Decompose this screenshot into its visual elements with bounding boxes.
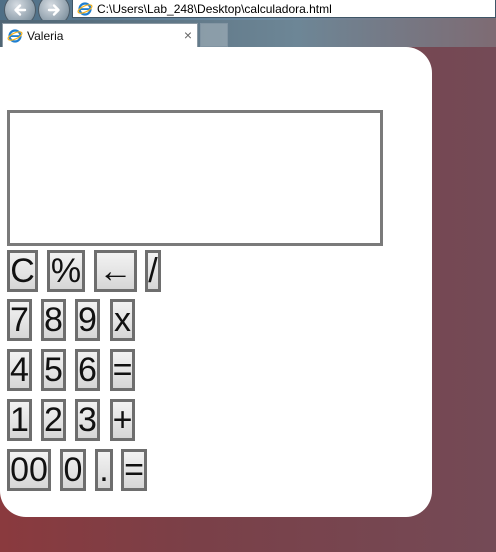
digit-5-button[interactable]: 5 bbox=[41, 349, 66, 391]
equals-button[interactable]: = bbox=[121, 449, 147, 491]
plus-button[interactable]: + bbox=[110, 399, 135, 441]
tab-strip: Valeria × bbox=[0, 20, 496, 47]
digit-0-button[interactable]: 0 bbox=[60, 449, 86, 491]
multiply-button[interactable]: x bbox=[110, 299, 135, 341]
tab-valeria[interactable]: Valeria × bbox=[2, 23, 198, 47]
double-zero-button[interactable]: 00 bbox=[7, 449, 51, 491]
digit-3-button[interactable]: 3 bbox=[75, 399, 100, 441]
address-bar[interactable]: C:\Users\Lab_248\Desktop\calculadora.htm… bbox=[72, 0, 496, 18]
digit-4-button[interactable]: 4 bbox=[7, 349, 32, 391]
equals-button-row3[interactable]: = bbox=[110, 349, 135, 391]
digit-9-button[interactable]: 9 bbox=[75, 299, 100, 341]
new-tab-button[interactable] bbox=[200, 23, 228, 47]
digit-8-button[interactable]: 8 bbox=[41, 299, 66, 341]
close-icon[interactable]: × bbox=[184, 27, 192, 43]
backspace-button[interactable]: ← bbox=[94, 250, 137, 292]
calculator-display[interactable] bbox=[7, 110, 383, 246]
ie-tab-icon bbox=[7, 28, 23, 43]
clear-button[interactable]: C bbox=[7, 250, 38, 292]
digit-1-button[interactable]: 1 bbox=[7, 399, 32, 441]
arrow-right-icon bbox=[47, 4, 60, 16]
page-content: C % ← / 7 8 9 x 4 5 6 = 1 2 3 + 00 0 . = bbox=[0, 47, 432, 517]
ie-page-icon bbox=[77, 1, 93, 16]
decimal-button[interactable]: . bbox=[95, 449, 113, 491]
divide-button[interactable]: / bbox=[145, 250, 161, 292]
digit-7-button[interactable]: 7 bbox=[7, 299, 32, 341]
digit-2-button[interactable]: 2 bbox=[41, 399, 66, 441]
arrow-left-icon bbox=[14, 4, 27, 16]
address-text: C:\Users\Lab_248\Desktop\calculadora.htm… bbox=[97, 1, 332, 16]
browser-toolbar: C:\Users\Lab_248\Desktop\calculadora.htm… bbox=[0, 0, 496, 26]
tab-title: Valeria bbox=[27, 28, 64, 43]
percent-button[interactable]: % bbox=[47, 250, 85, 292]
digit-6-button[interactable]: 6 bbox=[75, 349, 100, 391]
